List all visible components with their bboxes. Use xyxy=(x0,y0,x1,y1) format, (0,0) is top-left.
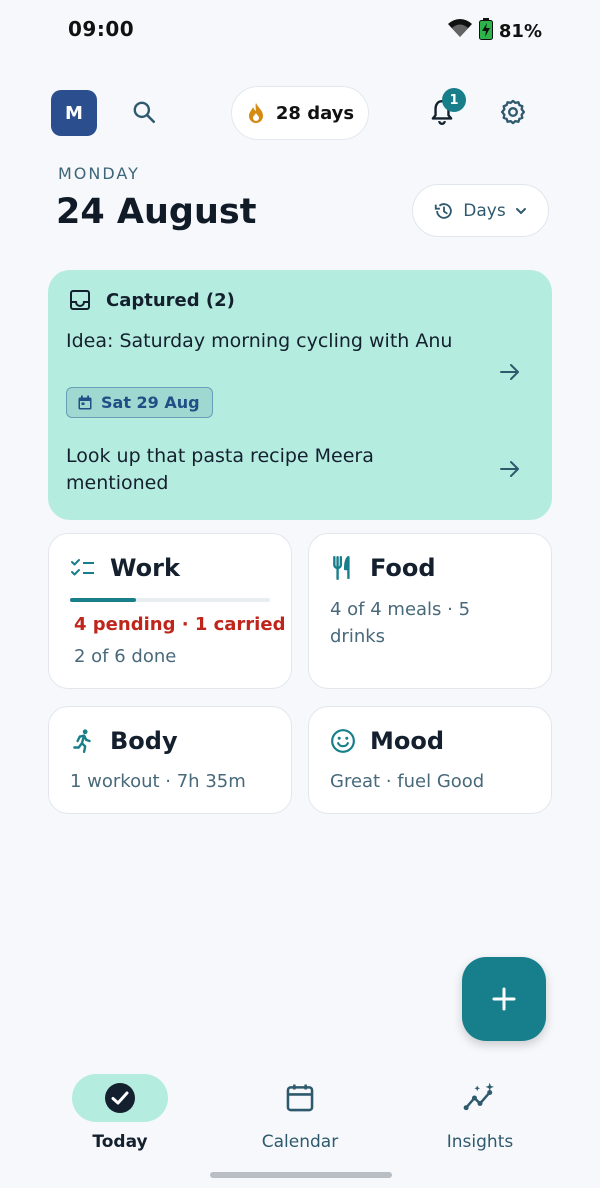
mood-title: Mood xyxy=(370,727,445,755)
wifi-icon xyxy=(447,19,473,43)
work-tile[interactable]: Work 4 pending · 1 carried 2 of 6 done xyxy=(48,533,292,689)
body-tile[interactable]: Body 1 workout · 7h 35m xyxy=(48,706,292,814)
open-item-button[interactable] xyxy=(498,457,522,485)
mood-tile[interactable]: Mood Great · fuel Good xyxy=(308,706,552,814)
mood-header: Mood xyxy=(330,727,444,755)
page-title: 24 August xyxy=(56,192,257,232)
captured-item[interactable]: Look up that pasta recipe Meera mentione… xyxy=(66,443,456,497)
body-summary: 1 workout · 7h 35m xyxy=(70,771,246,792)
nav-pill xyxy=(72,1074,168,1122)
nav-label: Calendar xyxy=(261,1132,339,1152)
notification-badge: 1 xyxy=(442,88,466,112)
plus-icon xyxy=(492,987,516,1011)
work-progress-bar xyxy=(70,598,270,602)
insights-icon xyxy=(463,1082,494,1111)
food-summary: 4 of 4 meals · 5 drinks xyxy=(330,599,471,647)
arrow-right-icon xyxy=(500,364,519,380)
avatar[interactable]: M xyxy=(51,90,97,136)
status-time: 09:00 xyxy=(68,17,135,41)
cutlery-icon xyxy=(333,555,350,581)
battery-percent: 81% xyxy=(498,20,542,42)
range-selector[interactable]: Days xyxy=(412,184,549,237)
arrow-right-icon xyxy=(500,461,519,477)
bottom-nav: Today Calendar Insights xyxy=(0,1066,600,1188)
weekday-label: MONDAY xyxy=(58,164,140,183)
food-header: Food xyxy=(330,554,436,582)
nav-pill xyxy=(432,1074,528,1122)
calendar-icon xyxy=(78,395,92,409)
checklist-icon xyxy=(71,559,94,576)
nav-item-insights[interactable]: Insights xyxy=(400,1074,560,1152)
nav-item-today[interactable]: Today xyxy=(40,1074,200,1152)
mood-summary: Great · fuel Good xyxy=(330,771,485,792)
captured-title: Captured (2) xyxy=(106,289,235,311)
gear-icon xyxy=(500,99,526,125)
running-icon xyxy=(73,729,91,754)
search-icon xyxy=(133,101,156,124)
flame-icon xyxy=(248,103,263,123)
body-title: Body xyxy=(110,727,178,755)
battery-icon xyxy=(478,18,493,44)
work-header: Work xyxy=(70,554,180,582)
captured-card: Captured (2) Idea: Saturday morning cycl… xyxy=(48,270,552,520)
nav-item-calendar[interactable]: Calendar xyxy=(220,1074,380,1152)
food-title: Food xyxy=(370,554,436,582)
settings-button[interactable] xyxy=(497,96,529,128)
body-header: Body xyxy=(70,727,178,755)
work-alert: 4 pending · 1 carried xyxy=(74,614,286,635)
add-button[interactable] xyxy=(462,957,546,1041)
status-bar: 09:00 81% xyxy=(0,0,600,60)
captured-item[interactable]: Idea: Saturday morning cycling with Anu xyxy=(66,328,456,355)
work-summary: 2 of 6 done xyxy=(74,646,177,667)
nav-pill xyxy=(252,1074,348,1122)
work-progress-fill xyxy=(70,598,136,602)
captured-header: Captured (2) xyxy=(68,288,235,312)
top-bar: M 28 days 1 xyxy=(0,86,600,140)
open-item-button[interactable] xyxy=(498,360,522,388)
work-title: Work xyxy=(110,554,180,582)
home-indicator[interactable] xyxy=(210,1172,392,1178)
date-chip-label: Sat 29 Aug xyxy=(101,393,200,412)
smiley-icon xyxy=(331,729,355,753)
calendar-icon xyxy=(286,1084,314,1112)
nav-label: Today xyxy=(92,1132,148,1152)
nav-label: Insights xyxy=(446,1132,514,1152)
search-button[interactable] xyxy=(128,96,160,128)
range-selector-label: Days xyxy=(463,200,506,221)
history-icon xyxy=(435,202,453,219)
date-chip[interactable]: Sat 29 Aug xyxy=(66,387,213,418)
chevron-down-icon xyxy=(515,207,526,214)
streak-pill[interactable]: 28 days xyxy=(231,86,369,140)
status-icons: 81% xyxy=(447,18,542,44)
inbox-icon xyxy=(70,290,90,310)
food-tile[interactable]: Food 4 of 4 meals · 5 drinks xyxy=(308,533,552,689)
check-circle-icon xyxy=(105,1083,135,1113)
streak-label: 28 days xyxy=(275,102,355,124)
